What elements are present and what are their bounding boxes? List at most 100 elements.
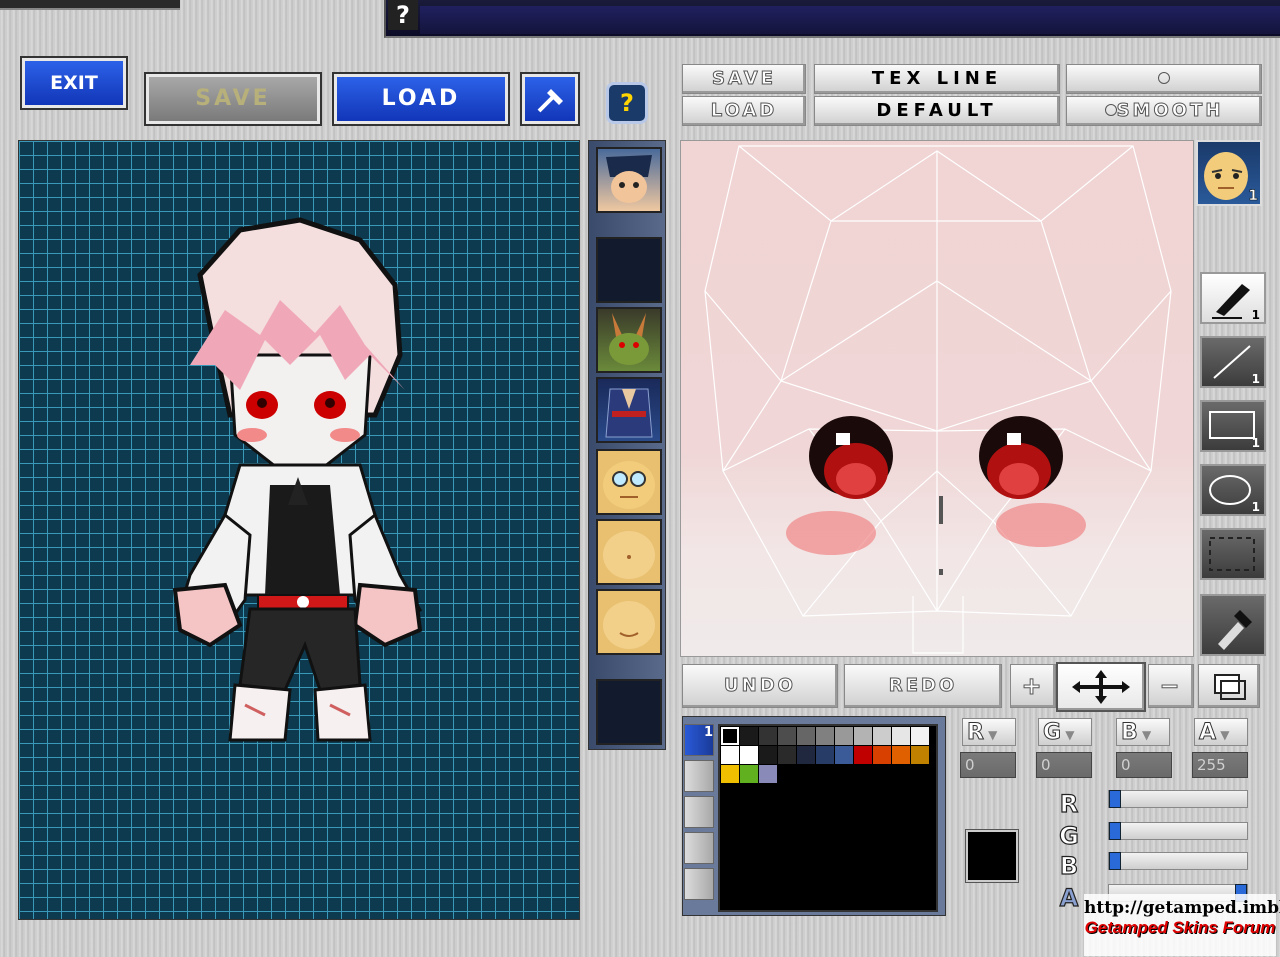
g-dropdown[interactable]: G ▼	[1038, 718, 1092, 746]
palette-swatch[interactable]	[873, 822, 891, 840]
palette-swatch[interactable]	[835, 822, 853, 840]
tex-line-button[interactable]: TEX LINE	[814, 64, 1060, 94]
palette-swatch[interactable]	[740, 860, 758, 878]
palette-swatch[interactable]	[911, 822, 929, 840]
layer-button[interactable]	[1198, 664, 1260, 708]
b-slider-thumb[interactable]	[1109, 852, 1121, 870]
palette-swatch[interactable]	[873, 860, 891, 878]
thumb-glasses-face[interactable]	[596, 449, 662, 515]
select-tool[interactable]	[1200, 528, 1266, 580]
top-help-icon[interactable]: ?	[388, 0, 418, 30]
palette-swatch[interactable]	[911, 860, 929, 878]
palette-swatch[interactable]	[740, 746, 758, 764]
palette-swatch[interactable]	[892, 879, 910, 897]
palette-swatch[interactable]	[892, 746, 910, 764]
palette-swatch[interactable]	[816, 879, 834, 897]
palette-swatch[interactable]	[759, 803, 777, 821]
palette-swatch[interactable]	[740, 727, 758, 745]
palette-swatch[interactable]	[778, 860, 796, 878]
palette-tab-3[interactable]	[684, 796, 714, 828]
palette-swatch[interactable]	[721, 765, 739, 783]
palette-swatch[interactable]	[892, 727, 910, 745]
palette-swatch[interactable]	[892, 803, 910, 821]
palette-swatch[interactable]	[873, 803, 891, 821]
palette-swatch[interactable]	[797, 746, 815, 764]
help-button[interactable]: ?	[606, 82, 648, 124]
palette-swatch[interactable]	[721, 727, 739, 745]
color-palette-grid[interactable]	[718, 724, 938, 912]
tex-save-button[interactable]: SAVE	[682, 64, 806, 94]
palette-swatch[interactable]	[911, 803, 929, 821]
palette-swatch[interactable]	[873, 746, 891, 764]
palette-swatch[interactable]	[835, 727, 853, 745]
radio-option-1[interactable]	[1066, 64, 1262, 94]
palette-swatch[interactable]	[797, 803, 815, 821]
character-model[interactable]	[170, 215, 430, 755]
r-slider-thumb[interactable]	[1109, 790, 1121, 808]
move-button[interactable]	[1056, 662, 1146, 712]
palette-swatch[interactable]	[721, 860, 739, 878]
palette-swatch[interactable]	[854, 841, 872, 859]
palette-swatch[interactable]	[759, 746, 777, 764]
g-slider[interactable]	[1108, 822, 1248, 840]
save-button[interactable]: SAVE	[144, 72, 322, 126]
face-part-badge[interactable]: 1	[1196, 140, 1262, 206]
palette-swatch[interactable]	[797, 860, 815, 878]
thumb-empty-1[interactable]	[596, 237, 662, 303]
palette-swatch[interactable]	[797, 784, 815, 802]
thumb-plain-face-2[interactable]	[596, 589, 662, 655]
palette-swatch[interactable]	[816, 860, 834, 878]
thumb-plain-face-1[interactable]	[596, 519, 662, 585]
thumb-face-boy[interactable]	[596, 147, 662, 213]
thumb-monster-head[interactable]	[596, 307, 662, 373]
r-value-field[interactable]: 0	[960, 752, 1016, 778]
palette-swatch[interactable]	[892, 784, 910, 802]
palette-swatch[interactable]	[911, 879, 929, 897]
load-button[interactable]: LOAD	[332, 72, 510, 126]
a-value-field[interactable]: 255	[1192, 752, 1248, 778]
palette-swatch[interactable]	[778, 822, 796, 840]
palette-swatch[interactable]	[911, 784, 929, 802]
palette-swatch[interactable]	[873, 841, 891, 859]
b-value-field[interactable]: 0	[1116, 752, 1172, 778]
b-dropdown[interactable]: B ▼	[1116, 718, 1170, 746]
palette-swatch[interactable]	[721, 746, 739, 764]
palette-swatch[interactable]	[759, 727, 777, 745]
palette-swatch[interactable]	[721, 841, 739, 859]
undo-button[interactable]: UNDO	[682, 664, 838, 708]
palette-swatch[interactable]	[854, 822, 872, 840]
palette-swatch[interactable]	[854, 746, 872, 764]
palette-swatch[interactable]	[721, 784, 739, 802]
palette-swatch[interactable]	[835, 803, 853, 821]
thumb-kimono-body[interactable]	[596, 377, 662, 443]
palette-swatch[interactable]	[778, 841, 796, 859]
r-dropdown[interactable]: R ▼	[962, 718, 1016, 746]
palette-swatch[interactable]	[892, 765, 910, 783]
palette-swatch[interactable]	[854, 784, 872, 802]
palette-swatch[interactable]	[759, 822, 777, 840]
palette-swatch[interactable]	[740, 803, 758, 821]
palette-tab-1[interactable]: 1	[684, 724, 714, 756]
rect-tool[interactable]: 1	[1200, 400, 1266, 452]
exit-button[interactable]: EXIT	[20, 56, 128, 110]
palette-swatch[interactable]	[854, 727, 872, 745]
r-slider[interactable]	[1108, 790, 1248, 808]
palette-swatch[interactable]	[835, 860, 853, 878]
tex-load-button[interactable]: LOAD	[682, 96, 806, 126]
palette-swatch[interactable]	[759, 860, 777, 878]
palette-swatch[interactable]	[721, 879, 739, 897]
palette-tab-5[interactable]	[684, 868, 714, 900]
palette-swatch[interactable]	[721, 803, 739, 821]
palette-swatch[interactable]	[892, 822, 910, 840]
palette-swatch[interactable]	[911, 727, 929, 745]
palette-swatch[interactable]	[778, 765, 796, 783]
smooth-radio[interactable]: SMOOTH	[1066, 96, 1262, 126]
palette-swatch[interactable]	[854, 765, 872, 783]
palette-swatch[interactable]	[778, 879, 796, 897]
pen-tool[interactable]: 1	[1200, 272, 1266, 324]
palette-swatch[interactable]	[816, 727, 834, 745]
palette-swatch[interactable]	[816, 803, 834, 821]
ellipse-tool[interactable]: 1	[1200, 464, 1266, 516]
palette-swatch[interactable]	[740, 822, 758, 840]
g-value-field[interactable]: 0	[1036, 752, 1092, 778]
